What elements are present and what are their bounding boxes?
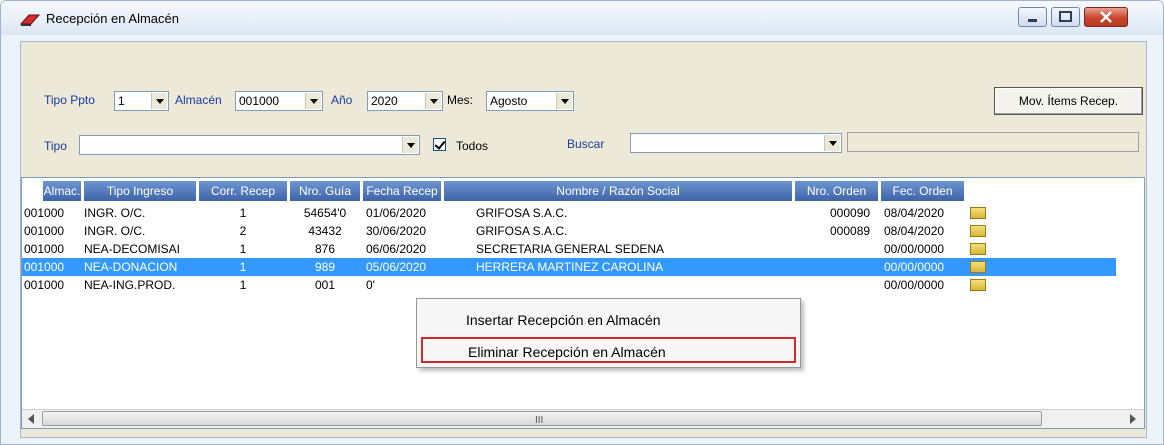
chevron-down-icon[interactable]: [305, 93, 321, 109]
tipo-ppto-select[interactable]: 1: [114, 91, 169, 111]
cell-corr: 1: [239, 278, 247, 292]
mes-label: Mes:: [447, 93, 474, 107]
main-window: Recepción en Almacén Tipo Ppto 1 Almacén…: [0, 0, 1164, 445]
horizontal-scrollbar[interactable]: III: [22, 409, 1144, 428]
title-bar[interactable]: Recepción en Almacén: [1, 1, 1163, 35]
chevron-down-icon[interactable]: [824, 135, 840, 151]
scrollbar-thumb[interactable]: III: [42, 411, 1042, 426]
anio-label: Año: [331, 93, 353, 107]
cell-fec_orden: 00/00/0000: [884, 242, 945, 256]
cell-almac: 001000: [24, 242, 65, 256]
cell-almac: 001000: [24, 206, 65, 220]
window-title: Recepción en Almacén: [46, 11, 179, 26]
column-header-fec-orden[interactable]: Fec. Orden: [880, 180, 965, 202]
folder-icon[interactable]: [970, 279, 986, 291]
table-row[interactable]: 001000 NEA-DONACION 1 989 05/06/2020 HERRERA …: [22, 258, 1116, 276]
tipo-select[interactable]: [79, 135, 420, 155]
mes-value: Agosto: [490, 94, 528, 108]
eraser-icon: [19, 14, 41, 26]
cell-fecha: 30/06/2020: [366, 224, 427, 238]
cell-tipo: NEA-ING.PROD.: [84, 278, 176, 292]
column-header-nro-orden[interactable]: Nro. Orden: [794, 180, 879, 202]
cell-guia: 43432: [308, 224, 342, 238]
cell-nombre: HERRERA MARTINEZ CAROLINA: [476, 260, 664, 274]
cell-corr: 1: [239, 206, 247, 220]
buscar-label: Buscar: [567, 137, 605, 151]
cell-fec_orden: 08/04/2020: [884, 206, 945, 220]
cell-tipo: INGR. O/C.: [84, 206, 146, 220]
cell-corr: 2: [239, 224, 247, 238]
cell-nombre: GRIFOSA S.A.C.: [476, 206, 568, 220]
cell-corr: 1: [239, 242, 247, 256]
folder-icon[interactable]: [970, 261, 986, 273]
cell-guia: 54654'0: [303, 206, 347, 220]
buscar-select[interactable]: [630, 133, 842, 153]
column-header-almac[interactable]: Almac.: [42, 180, 82, 202]
tipo-ppto-value: 1: [118, 94, 125, 108]
folder-icon[interactable]: [970, 243, 986, 255]
table-row[interactable]: 001000 NEA-DECOMISAI 1 876 06/06/2020 SECRETA…: [22, 240, 1116, 258]
cell-fec_orden: 00/00/0000: [884, 278, 945, 292]
cell-fecha: 06/06/2020: [366, 242, 427, 256]
cell-guia: 001: [314, 278, 336, 292]
cell-nombre: GRIFOSA S.A.C.: [476, 224, 568, 238]
cell-orden: 000090: [830, 206, 871, 220]
anio-select[interactable]: 2020: [367, 91, 443, 111]
folder-icon[interactable]: [970, 207, 986, 219]
cell-fec_orden: 08/04/2020: [884, 224, 945, 238]
menu-item-insertar[interactable]: Insertar Recepción en Almacén: [421, 307, 796, 333]
table-row[interactable]: 001000 INGR. O/C. 2 43432 30/06/2020 GRIFOSA …: [22, 222, 1116, 240]
todos-checkbox[interactable]: [433, 138, 446, 151]
column-header-tipo-ingreso[interactable]: Tipo Ingreso: [83, 180, 197, 202]
column-header-nombre[interactable]: Nombre / Razón Social: [443, 180, 793, 202]
cell-fec_orden: 00/00/0000: [884, 260, 945, 274]
scroll-right-icon[interactable]: [1130, 414, 1136, 424]
cell-nombre: SECRETARIA GENERAL SEDENA: [476, 242, 665, 256]
cell-orden: 000089: [830, 224, 871, 238]
minimize-icon: [1028, 19, 1037, 22]
cell-fecha: 0': [366, 278, 375, 292]
scrollbar-grip: III: [535, 415, 544, 426]
chevron-down-icon[interactable]: [402, 137, 418, 153]
cell-guia: 876: [314, 242, 336, 256]
context-menu: Insertar Recepción en Almacén Eliminar R…: [416, 298, 801, 368]
almacen-value: 001000: [239, 94, 280, 108]
mes-select[interactable]: Agosto: [486, 91, 574, 111]
buscar-input[interactable]: [847, 132, 1139, 152]
almacen-select[interactable]: 001000: [235, 91, 323, 111]
minimize-button[interactable]: [1018, 7, 1047, 27]
cell-tipo: INGR. O/C.: [84, 224, 146, 238]
close-icon: [1100, 11, 1112, 23]
cell-fecha: 01/06/2020: [366, 206, 427, 220]
almacen-label: Almacén: [175, 93, 222, 107]
table-row[interactable]: 001000 NEA-ING.PROD. 1 001 0' 00/00/0000: [22, 276, 1116, 294]
anio-value: 2020: [371, 94, 398, 108]
cell-tipo: NEA-DONACION: [84, 260, 178, 274]
chevron-down-icon[interactable]: [151, 93, 167, 109]
cell-almac: 001000: [24, 260, 65, 274]
scroll-left-icon[interactable]: [28, 414, 34, 424]
cell-almac: 001000: [24, 278, 65, 292]
column-header-corr-recep[interactable]: Corr. Recep: [198, 180, 288, 202]
tipo-ppto-label: Tipo Ppto: [44, 93, 95, 107]
column-header-fecha-recep[interactable]: Fecha Recep: [362, 180, 442, 202]
todos-label: Todos: [456, 139, 489, 153]
column-header-nro-guia[interactable]: Nro. Guía: [289, 180, 361, 202]
mov-items-recep-button[interactable]: Mov. Ítems Recep.: [994, 87, 1143, 115]
cell-almac: 001000: [24, 224, 65, 238]
maximize-button[interactable]: [1051, 7, 1080, 27]
folder-icon[interactable]: [970, 225, 986, 237]
close-button[interactable]: [1084, 7, 1128, 27]
chevron-down-icon[interactable]: [425, 93, 441, 109]
menu-item-eliminar[interactable]: Eliminar Recepción en Almacén: [421, 337, 796, 363]
cell-corr: 1: [239, 260, 247, 274]
cell-guia: 989: [314, 260, 336, 274]
cell-tipo: NEA-DECOMISAI: [84, 242, 181, 256]
chevron-down-icon[interactable]: [556, 93, 572, 109]
table-row[interactable]: 001000 INGR. O/C. 1 54654'0 01/06/2020 GRIFOS…: [22, 204, 1116, 222]
maximize-icon: [1059, 11, 1072, 22]
cell-fecha: 05/06/2020: [366, 260, 427, 274]
tipo-label: Tipo: [44, 139, 67, 153]
